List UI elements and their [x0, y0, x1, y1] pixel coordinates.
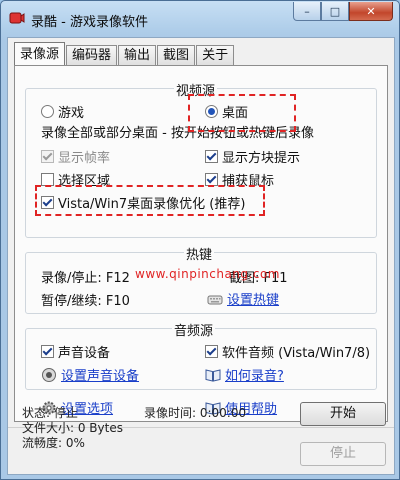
checkbox-show-fps-label: 显示帧率 — [58, 151, 111, 166]
audio-source-title: 音频源 — [172, 320, 216, 339]
set-sound-device-label[interactable]: 设置声音设备 — [61, 365, 139, 384]
checkbox-show-block-hint-box[interactable] — [205, 150, 218, 163]
app-window: 录酷 - 游戏录像软件 – □ ✕ 录像源 编码器 输出 截图 关于 视频源 游… — [0, 0, 400, 480]
status-record-time: 录像时间: 0:00:00 — [144, 406, 247, 420]
checkbox-sound-device-label: 声音设备 — [58, 346, 111, 361]
radio-game-indicator[interactable] — [41, 105, 54, 118]
radio-game[interactable]: 游戏 — [41, 102, 84, 121]
tab-output[interactable]: 输出 — [118, 45, 157, 66]
highlight-vista-option — [35, 185, 265, 216]
app-icon — [9, 12, 25, 24]
watermark-text: www.qinpinchang.com — [135, 267, 280, 281]
stop-button[interactable]: 停止 — [300, 442, 386, 466]
maximize-button[interactable]: □ — [321, 2, 349, 21]
checkbox-sound-device[interactable]: 声音设备 — [41, 342, 110, 361]
start-button[interactable]: 开始 — [300, 402, 386, 426]
checkbox-show-block-hint[interactable]: 显示方块提示 — [205, 147, 300, 166]
book-icon — [205, 368, 221, 382]
checkbox-software-audio-label: 软件音频 (Vista/Win7/8) — [222, 346, 371, 361]
checkbox-show-block-hint-label: 显示方块提示 — [222, 151, 301, 166]
hotkey-record-stop: 录像/停止: F12 — [41, 271, 130, 286]
tab-encoder[interactable]: 编码器 — [66, 45, 118, 66]
checkbox-software-audio[interactable]: 软件音频 (Vista/Win7/8) — [205, 342, 370, 361]
checkbox-software-audio-box[interactable] — [205, 345, 218, 358]
how-to-record-link[interactable]: 如何录音? — [205, 365, 284, 384]
set-hotkeys-label[interactable]: 设置热键 — [227, 289, 279, 308]
hotkey-pause-resume: 暂停/继续: F10 — [41, 294, 130, 309]
radio-game-label: 游戏 — [58, 106, 85, 121]
keyboard-icon — [207, 295, 223, 304]
close-button[interactable]: ✕ — [349, 2, 393, 21]
checkbox-show-fps-box[interactable] — [41, 150, 54, 163]
checkbox-sound-device-box[interactable] — [41, 345, 54, 358]
set-hotkeys-link[interactable]: 设置热键 — [207, 289, 279, 308]
how-to-record-label[interactable]: 如何录音? — [225, 365, 284, 384]
minimize-button[interactable]: – — [293, 2, 321, 21]
tab-video-source[interactable]: 录像源 — [14, 42, 66, 67]
set-sound-device-link[interactable]: 设置声音设备 — [41, 365, 139, 384]
window-title: 录酷 - 游戏录像软件 — [31, 15, 148, 30]
tab-about[interactable]: 关于 — [196, 45, 235, 66]
title-bar[interactable]: 录酷 - 游戏录像软件 – □ ✕ — [1, 1, 399, 37]
speaker-icon — [42, 367, 56, 382]
client-area: 录像源 编码器 输出 截图 关于 视频源 游戏 桌面 录像全部或部分桌面 - 按… — [7, 37, 395, 475]
status-smoothness: 流畅度: 0% — [22, 436, 85, 450]
tab-strip: 录像源 编码器 输出 截图 关于 — [14, 42, 235, 67]
hotkeys-title: 热键 — [184, 244, 215, 263]
highlight-desktop-option — [188, 94, 296, 132]
checkbox-show-fps[interactable]: 显示帧率 — [41, 147, 110, 166]
tab-panel: 视频源 游戏 桌面 录像全部或部分桌面 - 按开始按钮或热键后录像 显示帧率 显… — [14, 65, 388, 422]
tab-screenshot[interactable]: 截图 — [157, 45, 196, 66]
